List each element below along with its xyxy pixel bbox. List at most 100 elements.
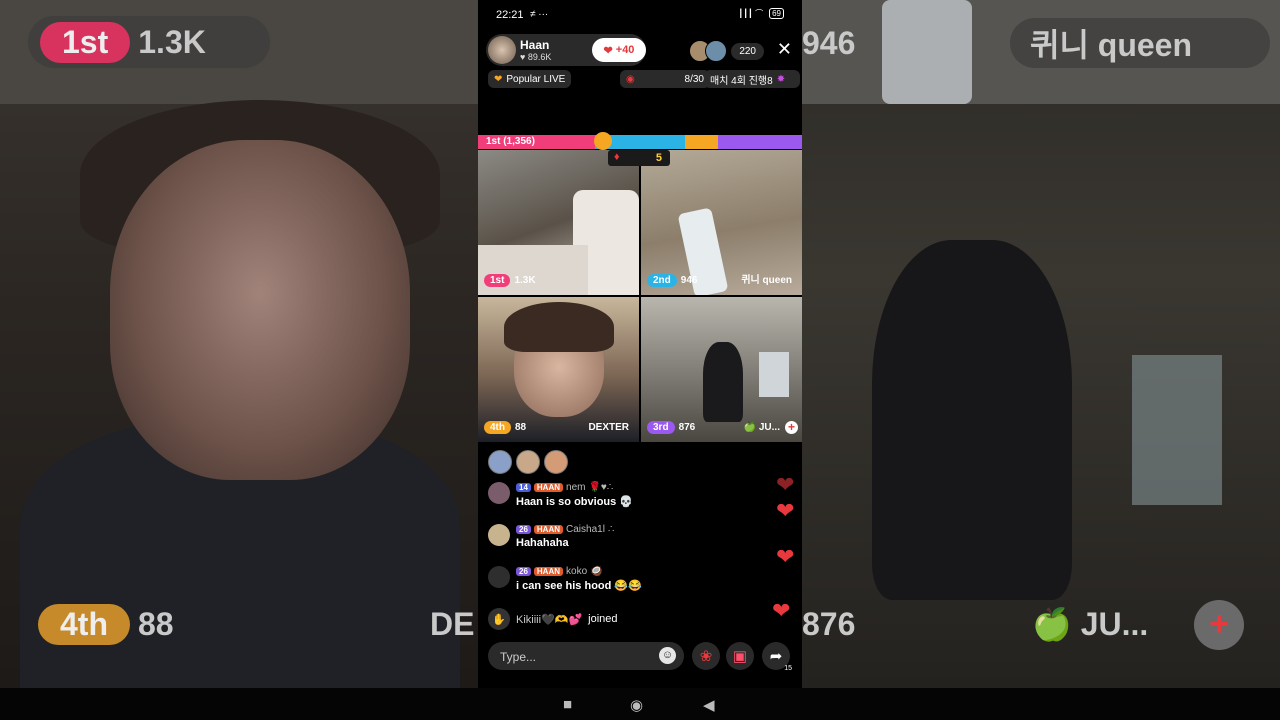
battle-tile[interactable]: 1st 1.3K xyxy=(478,150,639,295)
recents-icon[interactable]: ■ xyxy=(563,696,572,713)
close-icon[interactable]: ✕ xyxy=(777,39,792,60)
rose-icon: ❀ xyxy=(699,648,713,665)
rank-badge: 4th xyxy=(484,421,511,434)
fan-badge: HAAN xyxy=(533,567,564,576)
viewer-list[interactable]: 220 xyxy=(689,40,764,62)
host-likes-count: 89.6K xyxy=(527,52,552,62)
goal-progress-chip[interactable]: ◉ 8/30 xyxy=(620,70,710,88)
joined-user[interactable]: Kikiiii🖤🫶💕 xyxy=(516,613,582,626)
battle-tile[interactable]: 2nd 946 퀴니 queen xyxy=(641,150,802,295)
comment-meta: 14 HAAN nem 🌹♥∴ xyxy=(516,482,613,493)
comment-input-bar[interactable]: ☺ xyxy=(488,642,684,670)
comment-avatar[interactable] xyxy=(488,482,510,504)
comment-avatar[interactable] xyxy=(488,566,510,588)
background-right-chair xyxy=(872,240,1072,600)
comment-meta: 26 HAAN Caisha1l ∴ xyxy=(516,524,614,535)
background-left-bottom-rank: 4th xyxy=(38,603,130,645)
floating-heart-icon: ❤ xyxy=(776,498,795,523)
share-button[interactable]: ➦ 15 xyxy=(762,642,792,672)
comment-user[interactable]: Caisha1l xyxy=(566,524,605,535)
gift-button[interactable]: ▣ xyxy=(726,642,754,670)
background-left-person-face xyxy=(110,140,410,480)
follow-button[interactable]: ❤ +40 xyxy=(592,38,646,62)
match-chip[interactable]: 매치 4회 진행8 ✸ xyxy=(704,70,800,88)
battle-bar-segment xyxy=(685,135,718,149)
comment-user[interactable]: koko xyxy=(566,566,587,577)
comment-badges: 🌹♥∴ xyxy=(588,482,614,493)
battle-tile[interactable]: 3rd 876 🍏 JU... + xyxy=(641,297,802,442)
viewer-avatar[interactable] xyxy=(705,40,728,62)
host-likes: ♥ 89.6K xyxy=(520,52,552,62)
background-right-name: 퀴니 queen xyxy=(1010,18,1270,68)
background-left-bottom-pill: 4th 88 xyxy=(28,598,218,650)
comment-meta: 26 HAAN koko 🥥 xyxy=(516,566,603,577)
comment-input[interactable] xyxy=(498,646,652,668)
person-hair xyxy=(504,302,614,352)
host-info[interactable]: Haan ♥ 89.6K ❤ +40 xyxy=(486,34,646,66)
tile-score: 1.3K xyxy=(514,275,536,286)
tile-name: 🍏 JU... xyxy=(743,422,780,433)
add-icon[interactable]: + xyxy=(785,421,798,434)
home-icon[interactable]: ◉ xyxy=(630,696,643,714)
phone-screen: 22:21 ≠ ··· ┃┃┃ ⌒ 69 Haan ♥ 89.6K ❤ +40 … xyxy=(478,0,802,688)
host-name: Haan xyxy=(520,38,550,52)
gifter-avatar[interactable] xyxy=(516,450,540,474)
floating-heart-icon: ❤ xyxy=(776,544,795,569)
tile-score: 88 xyxy=(515,422,527,433)
rose-gift-button[interactable]: ❀ xyxy=(692,642,720,670)
rank-badge: 2nd xyxy=(647,274,677,287)
status-right-icons: ┃┃┃ ⌒ 69 xyxy=(738,8,784,19)
gifter-avatar[interactable] xyxy=(544,450,568,474)
background-left-bottom-name: DE xyxy=(430,605,475,642)
back-icon[interactable]: ◀ xyxy=(703,696,715,714)
background-right-score: 946 xyxy=(802,24,856,61)
status-time: 22:21 xyxy=(496,9,524,21)
comment-avatar[interactable] xyxy=(488,524,510,546)
heart-half-icon: ❤ xyxy=(494,73,503,85)
background-right-add-icon: + xyxy=(1194,600,1244,650)
tile-rank: 3rd 876 xyxy=(647,421,695,434)
gifter-avatar[interactable] xyxy=(488,450,512,474)
status-bar: 22:21 ≠ ··· ┃┃┃ ⌒ 69 xyxy=(478,0,802,30)
tile-rank: 1st 1.3K xyxy=(484,274,536,287)
tile-name: DEXTER xyxy=(588,422,629,433)
status-notification-icons: ≠ ··· xyxy=(530,9,549,20)
share-count: 15 xyxy=(784,665,792,672)
viewer-count[interactable]: 220 xyxy=(731,42,764,60)
emoji-icon[interactable]: ☺ xyxy=(659,647,676,664)
top-gifters[interactable] xyxy=(488,450,568,474)
system-navigation-bar: ■ ◉ ◀ xyxy=(0,688,1280,720)
background-right-bottle xyxy=(882,0,972,104)
heart-icon: ❤ xyxy=(603,44,613,57)
goal-icon: ◉ xyxy=(626,73,635,85)
floating-heart-icon: ❤ xyxy=(772,598,791,623)
comment-text: Hahahaha xyxy=(516,537,569,549)
comment-badges: 🥥 xyxy=(590,566,603,577)
window-shape xyxy=(759,352,789,397)
battle-tile[interactable]: 4th 88 DEXTER xyxy=(478,297,639,442)
background-left-bottom-score: 88 xyxy=(138,605,174,642)
host-avatar[interactable] xyxy=(488,36,516,64)
join-notice: ✋ Kikiiii🖤🫶💕 joined xyxy=(488,608,618,630)
goal-progress-label: 8/30 xyxy=(684,73,704,85)
follow-button-label: +40 xyxy=(615,44,635,56)
battle-bar-segment xyxy=(717,135,802,149)
background-left-blur: 1st 1.3K 4th 88 DE xyxy=(0,0,478,688)
background-right-bottom-name: 🍏 JU... xyxy=(1032,606,1149,642)
chair-shape xyxy=(703,342,743,422)
floating-heart-icon: ❤ xyxy=(776,472,795,497)
background-right-blur: 946 퀴니 queen 876 🍏 JU... + xyxy=(802,0,1280,688)
tile-rank: 4th 88 xyxy=(484,421,526,434)
comment-user[interactable]: nem xyxy=(566,482,585,493)
match-label: 매치 4회 진행8 xyxy=(710,75,773,87)
signal-icon: ┃┃┃ ⌒ xyxy=(738,9,764,18)
wave-icon: ✋ xyxy=(488,608,510,630)
battery-icon: 69 xyxy=(769,8,784,19)
share-icon: ➦ xyxy=(769,648,783,665)
popular-live-chip[interactable]: ❤ Popular LIVE xyxy=(488,70,572,88)
comment-text: Haan is so obvious 💀 xyxy=(516,496,633,508)
sparkle-icon: ✸ xyxy=(776,73,786,85)
background-left-rank: 1st xyxy=(40,21,131,63)
level-badge: 14 xyxy=(516,483,531,492)
comment-text: i can see his hood 😂😂 xyxy=(516,580,642,592)
